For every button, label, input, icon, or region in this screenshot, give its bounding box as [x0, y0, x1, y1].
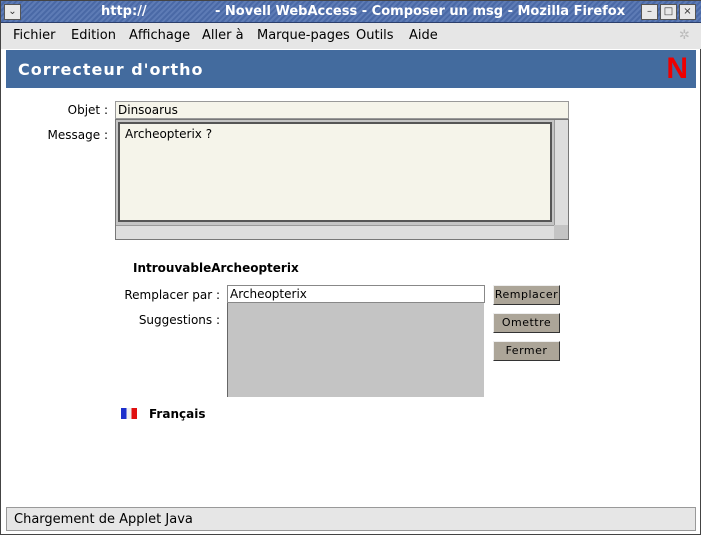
horizontal-scrollbar[interactable] [116, 225, 554, 239]
not-found-word: IntrouvableArcheopterix [133, 261, 299, 275]
menu-bar: Fichier Edition Affichage Aller à Marque… [1, 23, 701, 49]
french-flag-icon [121, 408, 137, 419]
page-header: Correcteur d'ortho N [6, 50, 696, 88]
maximize-button[interactable]: □ [660, 4, 677, 20]
window-title: - Novell WebAccess - Composer un msg - M… [215, 4, 626, 19]
novell-logo: N [666, 52, 688, 85]
message-label: Message : [47, 128, 108, 142]
menu-aller[interactable]: Aller à [202, 28, 244, 43]
window-menu-button[interactable]: ⌄ [4, 4, 21, 20]
menu-aide[interactable]: Aide [409, 28, 438, 43]
replace-label: Remplacer par : [124, 288, 220, 302]
replace-input[interactable]: Archeopterix [227, 285, 485, 303]
subject-label: Objet : [67, 103, 108, 117]
suggestions-label: Suggestions : [138, 313, 220, 327]
message-area: Archeopterix ? [115, 119, 569, 240]
menu-outils[interactable]: Outils [356, 28, 394, 43]
close-button[interactable]: × [679, 4, 696, 20]
menu-affichage[interactable]: Affichage [129, 28, 190, 43]
window-url: http:// [101, 4, 147, 19]
replace-button[interactable]: Remplacer [493, 285, 560, 305]
message-textarea[interactable]: Archeopterix ? [118, 122, 552, 222]
language-label[interactable]: Français [149, 407, 205, 421]
close-dialog-button[interactable]: Fermer [493, 341, 560, 361]
skip-button[interactable]: Omettre [493, 313, 560, 333]
suggestions-list[interactable] [227, 303, 484, 397]
menu-marque-pages[interactable]: Marque-pages [257, 28, 350, 43]
subject-input[interactable]: Dinsoarus [115, 101, 569, 119]
menu-fichier[interactable]: Fichier [13, 28, 56, 43]
page-title: Correcteur d'ortho [18, 60, 204, 79]
status-bar: Chargement de Applet Java [6, 507, 696, 531]
menu-edition[interactable]: Edition [71, 28, 116, 43]
vertical-scrollbar[interactable] [554, 120, 568, 225]
status-text: Chargement de Applet Java [14, 512, 193, 527]
throbber-icon: ✲ [679, 28, 690, 43]
minimize-button[interactable]: – [641, 4, 658, 20]
title-bar: ⌄ http:// - Novell WebAccess - Composer … [1, 1, 701, 23]
